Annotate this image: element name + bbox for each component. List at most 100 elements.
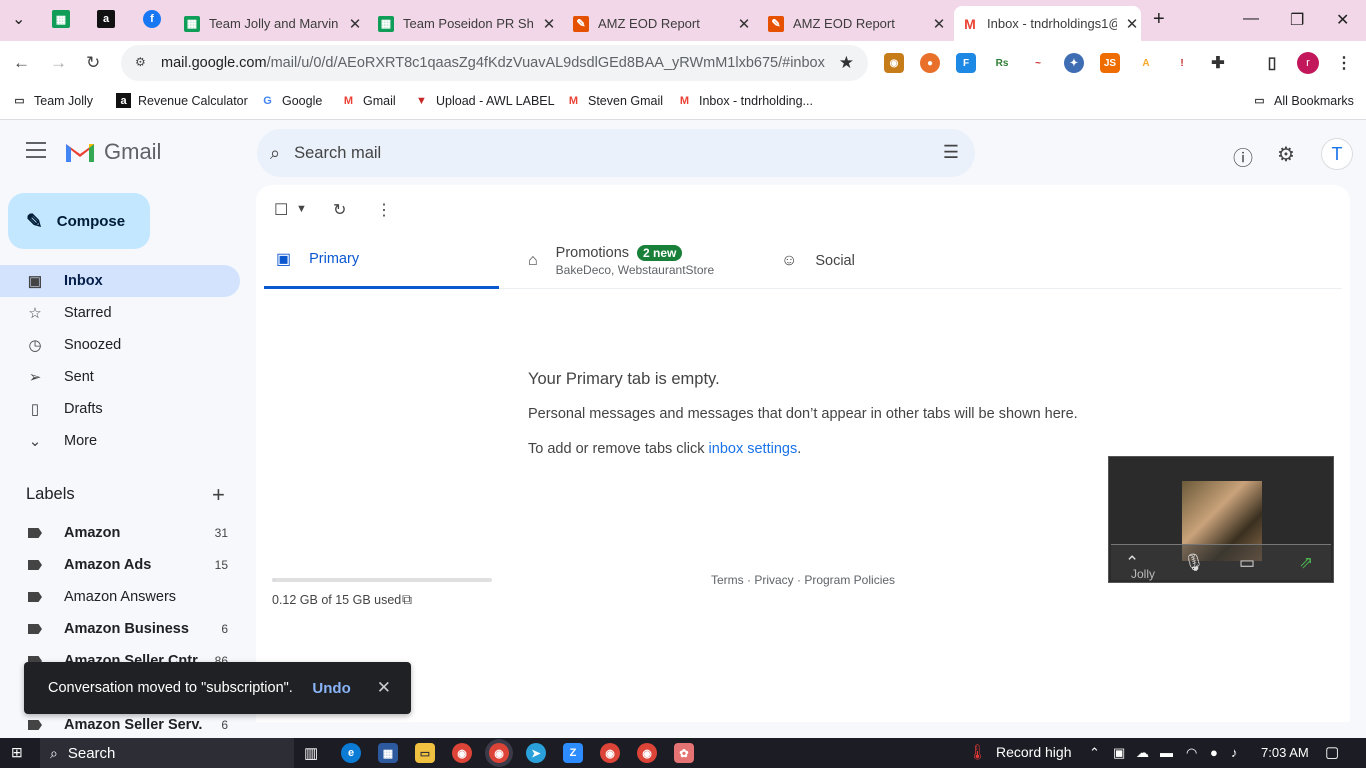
sidebar-item-drafts[interactable]: ▯ Drafts <box>0 393 240 425</box>
minimize-icon[interactable]: — <box>1243 10 1259 28</box>
extension-alert-icon[interactable]: ! <box>1172 53 1192 73</box>
task-view-icon[interactable]: ▥ <box>304 744 318 762</box>
more-actions-icon[interactable]: ⋮ <box>376 200 392 220</box>
microphone-icon[interactable]: ● <box>1210 745 1218 760</box>
label-item[interactable]: Amazon Business 6 <box>0 613 240 645</box>
store-icon[interactable]: ▦ <box>378 743 398 763</box>
chrome-active-icon[interactable]: ◉ <box>489 743 509 763</box>
notification-icon[interactable]: ▢ <box>1325 743 1339 761</box>
telegram-icon[interactable]: ➤ <box>526 743 546 763</box>
label-item[interactable]: Amazon Ads 15 <box>0 549 240 581</box>
extension-js-icon[interactable]: JS <box>1100 53 1120 73</box>
all-bookmarks[interactable]: ▭ All Bookmarks <box>1252 93 1354 108</box>
tab-search-icon[interactable]: ⌄ <box>12 9 25 29</box>
volume-icon[interactable]: ♪ <box>1231 745 1238 760</box>
mic-off-icon[interactable]: 🎙 <box>1183 553 1205 573</box>
battery-icon[interactable]: ▬ <box>1160 745 1173 760</box>
undo-button[interactable]: Undo <box>312 680 350 697</box>
chrome-profile-avatar[interactable]: r <box>1297 52 1319 74</box>
file-explorer-icon[interactable]: ▭ <box>415 743 435 763</box>
reload-icon[interactable]: ↻ <box>86 53 100 73</box>
video-call-pip[interactable]: ⌃ Jolly 🎙 ▭ ⇗ <box>1108 456 1334 583</box>
address-bar[interactable]: ⚙ mail.google.com/mail/u/0/d/AEoRXRT8c1q… <box>121 45 868 81</box>
bookmark-star-icon[interactable]: ★ <box>839 53 854 73</box>
search-options-icon[interactable]: ☰ <box>943 142 959 163</box>
tab-promotions[interactable]: ⌂ Promotions 2 new BakeDeco, WebstaurantS… <box>516 232 756 289</box>
search-input[interactable] <box>294 143 895 163</box>
windows-start-icon[interactable]: ⊞ <box>11 744 23 761</box>
close-icon[interactable]: ✕ <box>735 15 753 33</box>
tab-primary[interactable]: ▣ Primary <box>264 232 499 289</box>
extensions-puzzle-icon[interactable]: ✚ <box>1208 53 1228 73</box>
clock-text[interactable]: 7:03 AM <box>1261 745 1309 760</box>
extension-1-icon[interactable]: ◉ <box>884 53 904 73</box>
bookmark-upload-awl[interactable]: ▼ Upload - AWL LABEL <box>414 93 555 108</box>
main-menu-icon[interactable] <box>26 142 46 158</box>
restore-icon[interactable]: ❐ <box>1290 10 1304 30</box>
close-icon[interactable]: ✕ <box>540 15 558 33</box>
site-info-icon[interactable]: ⚙ <box>135 55 151 71</box>
pinned-amazon-icon[interactable]: a <box>97 10 115 28</box>
tab-social[interactable]: ☺ Social <box>769 232 1009 289</box>
tab-3[interactable]: ✎ AMZ EOD Report ✕ <box>573 6 753 41</box>
close-icon[interactable]: ✕ <box>377 678 391 698</box>
bookmark-team-jolly[interactable]: ▭ Team Jolly <box>12 93 93 108</box>
tab-5-active[interactable]: M Inbox - tndrholdings1@ ✕ <box>954 6 1141 41</box>
search-icon[interactable]: ⌕ <box>270 143 280 164</box>
pinned-facebook-icon[interactable]: f <box>143 10 161 28</box>
chrome-profile-2-icon[interactable]: ◉ <box>600 743 620 763</box>
tab-4[interactable]: ✎ AMZ EOD Report ✕ <box>768 6 948 41</box>
extension-fba-icon[interactable]: F <box>956 53 976 73</box>
back-icon[interactable]: ← <box>13 53 30 73</box>
pinned-sheets-icon[interactable]: ▦ <box>52 10 70 28</box>
extension-5-icon[interactable]: ~ <box>1028 53 1048 73</box>
tab-1[interactable]: ▦ Team Jolly and Marvin ✕ <box>184 6 364 41</box>
wifi-icon[interactable]: ◠ <box>1186 745 1197 761</box>
weather-text[interactable]: Record high <box>996 744 1072 760</box>
refresh-icon[interactable]: ↻ <box>333 200 346 220</box>
account-avatar[interactable]: T <box>1321 138 1353 170</box>
open-storage-icon[interactable]: ⧉ <box>402 591 412 608</box>
camera-off-icon[interactable]: ▭ <box>1239 553 1255 573</box>
label-item[interactable]: Amazon Answers <box>0 581 240 613</box>
close-icon[interactable]: ✕ <box>930 15 948 33</box>
new-tab-icon[interactable]: + <box>1153 8 1165 31</box>
app-icon[interactable]: ✿ <box>674 743 694 763</box>
chrome-menu-icon[interactable]: ⋮ <box>1334 53 1354 73</box>
create-label-icon[interactable]: + <box>212 482 225 508</box>
sidebar-item-sent[interactable]: ➢ Sent <box>0 361 240 393</box>
chrome-profile-3-icon[interactable]: ◉ <box>637 743 657 763</box>
label-item[interactable]: Amazon 31 <box>0 517 240 549</box>
bookmark-steven-gmail[interactable]: M Steven Gmail <box>566 93 663 108</box>
tray-camera-icon[interactable]: ▣ <box>1113 745 1125 761</box>
close-icon[interactable]: ✕ <box>346 15 364 33</box>
extension-scout-icon[interactable]: A <box>1136 53 1156 73</box>
edge-icon[interactable]: e <box>341 743 361 763</box>
tray-overflow-icon[interactable]: ⌃ <box>1089 745 1100 761</box>
bookmark-google[interactable]: G Google <box>260 93 322 108</box>
help-icon[interactable]: ⓘ <box>1233 142 1253 171</box>
sidebar-item-inbox[interactable]: ▣ Inbox <box>0 265 240 297</box>
extension-rs-icon[interactable]: Rs <box>992 53 1012 73</box>
inbox-settings-link[interactable]: inbox settings <box>709 441 798 457</box>
compose-button[interactable]: ✎ Compose <box>8 193 150 249</box>
zoom-icon[interactable]: Z <box>563 743 583 763</box>
url-text[interactable]: mail.google.com/mail/u/0/d/AEoRXRT8c1qaa… <box>161 55 825 71</box>
side-panel-icon[interactable]: ▯ <box>1262 53 1282 73</box>
select-dropdown-icon[interactable]: ▼ <box>296 203 307 215</box>
sidebar-item-starred[interactable]: ☆ Starred <box>0 297 240 329</box>
settings-gear-icon[interactable]: ⚙ <box>1277 142 1295 167</box>
extension-6-icon[interactable]: ✦ <box>1064 53 1084 73</box>
window-close-icon[interactable]: ✕ <box>1336 10 1349 30</box>
tab-2[interactable]: ▦ Team Poseidon PR She ✕ <box>378 6 558 41</box>
bookmark-gmail[interactable]: M Gmail <box>341 93 396 108</box>
extension-2-icon[interactable]: ● <box>920 53 940 73</box>
select-checkbox[interactable]: ☐ <box>274 200 288 220</box>
bookmark-inbox[interactable]: M Inbox - tndrholding... <box>677 93 813 108</box>
close-icon[interactable]: ✕ <box>1123 15 1141 33</box>
tray-cloud-icon[interactable]: ☁ <box>1136 745 1149 761</box>
sidebar-item-snoozed[interactable]: ◷ Snoozed <box>0 329 240 361</box>
gmail-logo[interactable]: Gmail <box>64 139 161 165</box>
footer-links[interactable]: Terms · Privacy · Program Policies <box>711 573 895 587</box>
chrome-icon[interactable]: ◉ <box>452 743 472 763</box>
